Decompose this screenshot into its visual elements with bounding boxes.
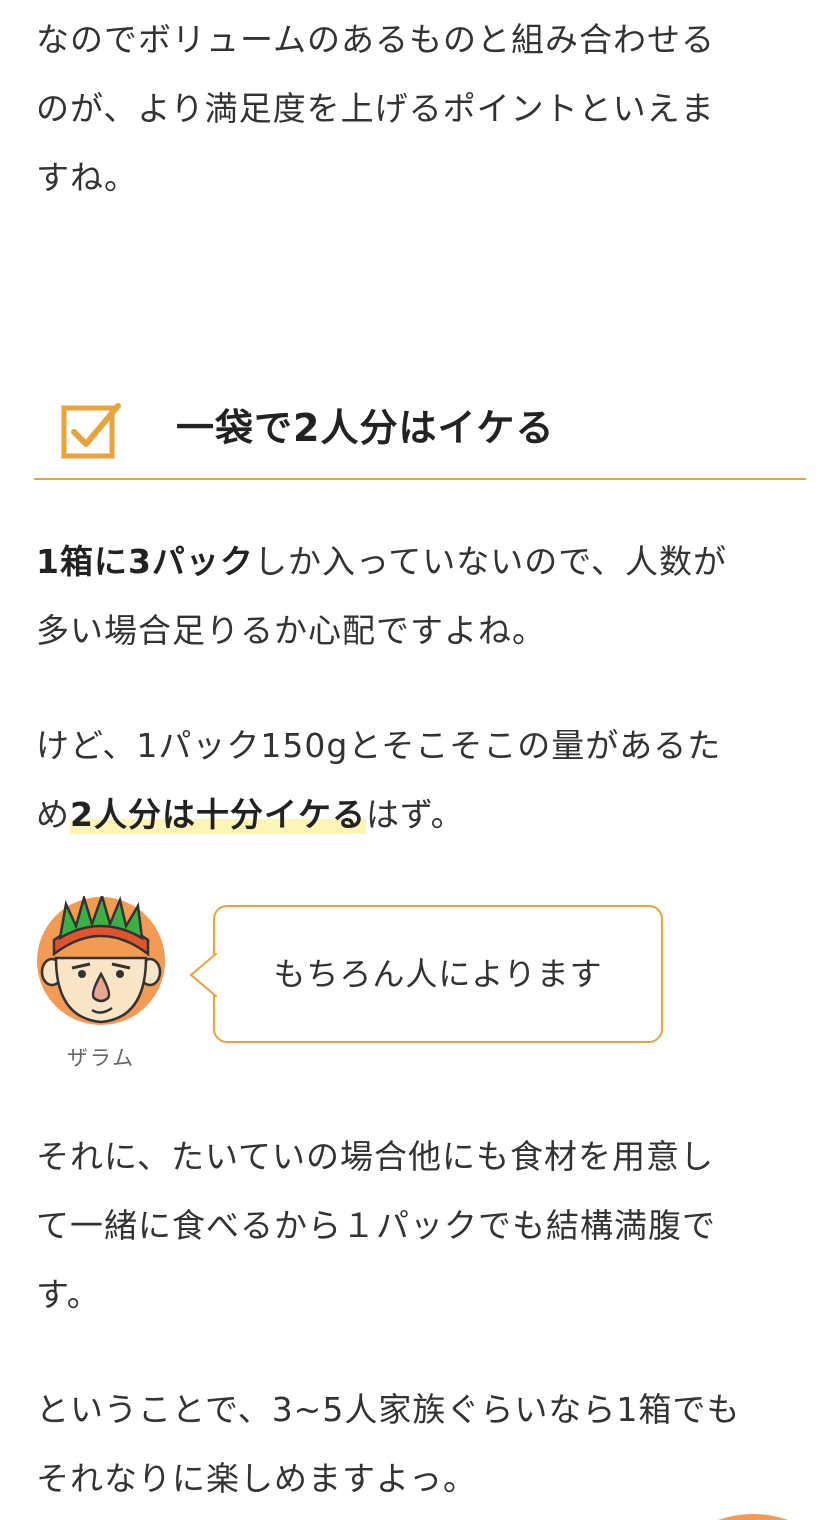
bold-text: 1箱に3パック <box>36 542 254 581</box>
paragraph-line: て一緒に食べるから１パックでも結構満腹で <box>36 1206 716 1245</box>
paragraph-line: 多い場合足りるか心配ですよね。 <box>36 611 546 650</box>
speech-bubble: もちろん人によります <box>189 905 663 1043</box>
speech-bubble-text: もちろん人によります <box>273 955 603 993</box>
paragraph-line: しか入っていないので、人数が <box>253 542 727 581</box>
paragraph-volume: なのでボリュームのあるものと組み合わせる のが、より満足度を上げるポイントといえ… <box>36 5 806 212</box>
paragraph-line: すね。 <box>36 158 138 197</box>
section-heading: 一袋で2人分はイケる <box>34 386 806 480</box>
paragraph-line: め <box>36 795 70 834</box>
paragraph-line: それに、たいていの場合他にも食材を用意し <box>36 1137 715 1176</box>
character-avatar-icon <box>37 896 165 1025</box>
speech-bubble-tail <box>189 953 217 997</box>
paragraph-line: なのでボリュームのあるものと組み合わせる <box>36 20 716 59</box>
paragraph-pack-count: 1箱に3パックしか入っていないので、人数が 多い場合足りるか心配ですよね。 <box>36 527 806 665</box>
paragraph-line: のが、より満足度を上げるポイントといえま <box>36 89 715 128</box>
paragraph-family: ということで、3~5人家族ぐらいなら1箱でも それなりに楽しめますよっ。 <box>36 1375 806 1513</box>
article-page: なのでボリュームのあるものと組み合わせる のが、より満足度を上げるポイントといえ… <box>0 0 840 1520</box>
checkbox-icon <box>61 403 121 459</box>
paragraph-line: はず。 <box>365 795 465 834</box>
paragraph-line: それなりに楽しめますよっ。 <box>36 1459 478 1498</box>
paragraph-line: す。 <box>36 1275 101 1314</box>
paragraph-portion: けど、1パック150gとそこそこの量があるた め2人分は十分イケるはず。 <box>36 711 806 849</box>
section-heading-title: 一袋で2人分はイケる <box>176 406 555 450</box>
paragraph-other-food: それに、たいていの場合他にも食材を用意し て一緒に食べるから１パックでも結構満腹… <box>36 1122 806 1329</box>
paragraph-line: ということで、3~5人家族ぐらいなら1箱でも <box>36 1390 741 1429</box>
highlighted-text: 2人分は十分イケる <box>70 795 366 834</box>
paragraph-line: けど、1パック150gとそこそこの量があるた <box>36 726 722 765</box>
avatar-name: ザラム <box>66 1046 136 1070</box>
next-avatar-edge <box>718 1514 788 1520</box>
